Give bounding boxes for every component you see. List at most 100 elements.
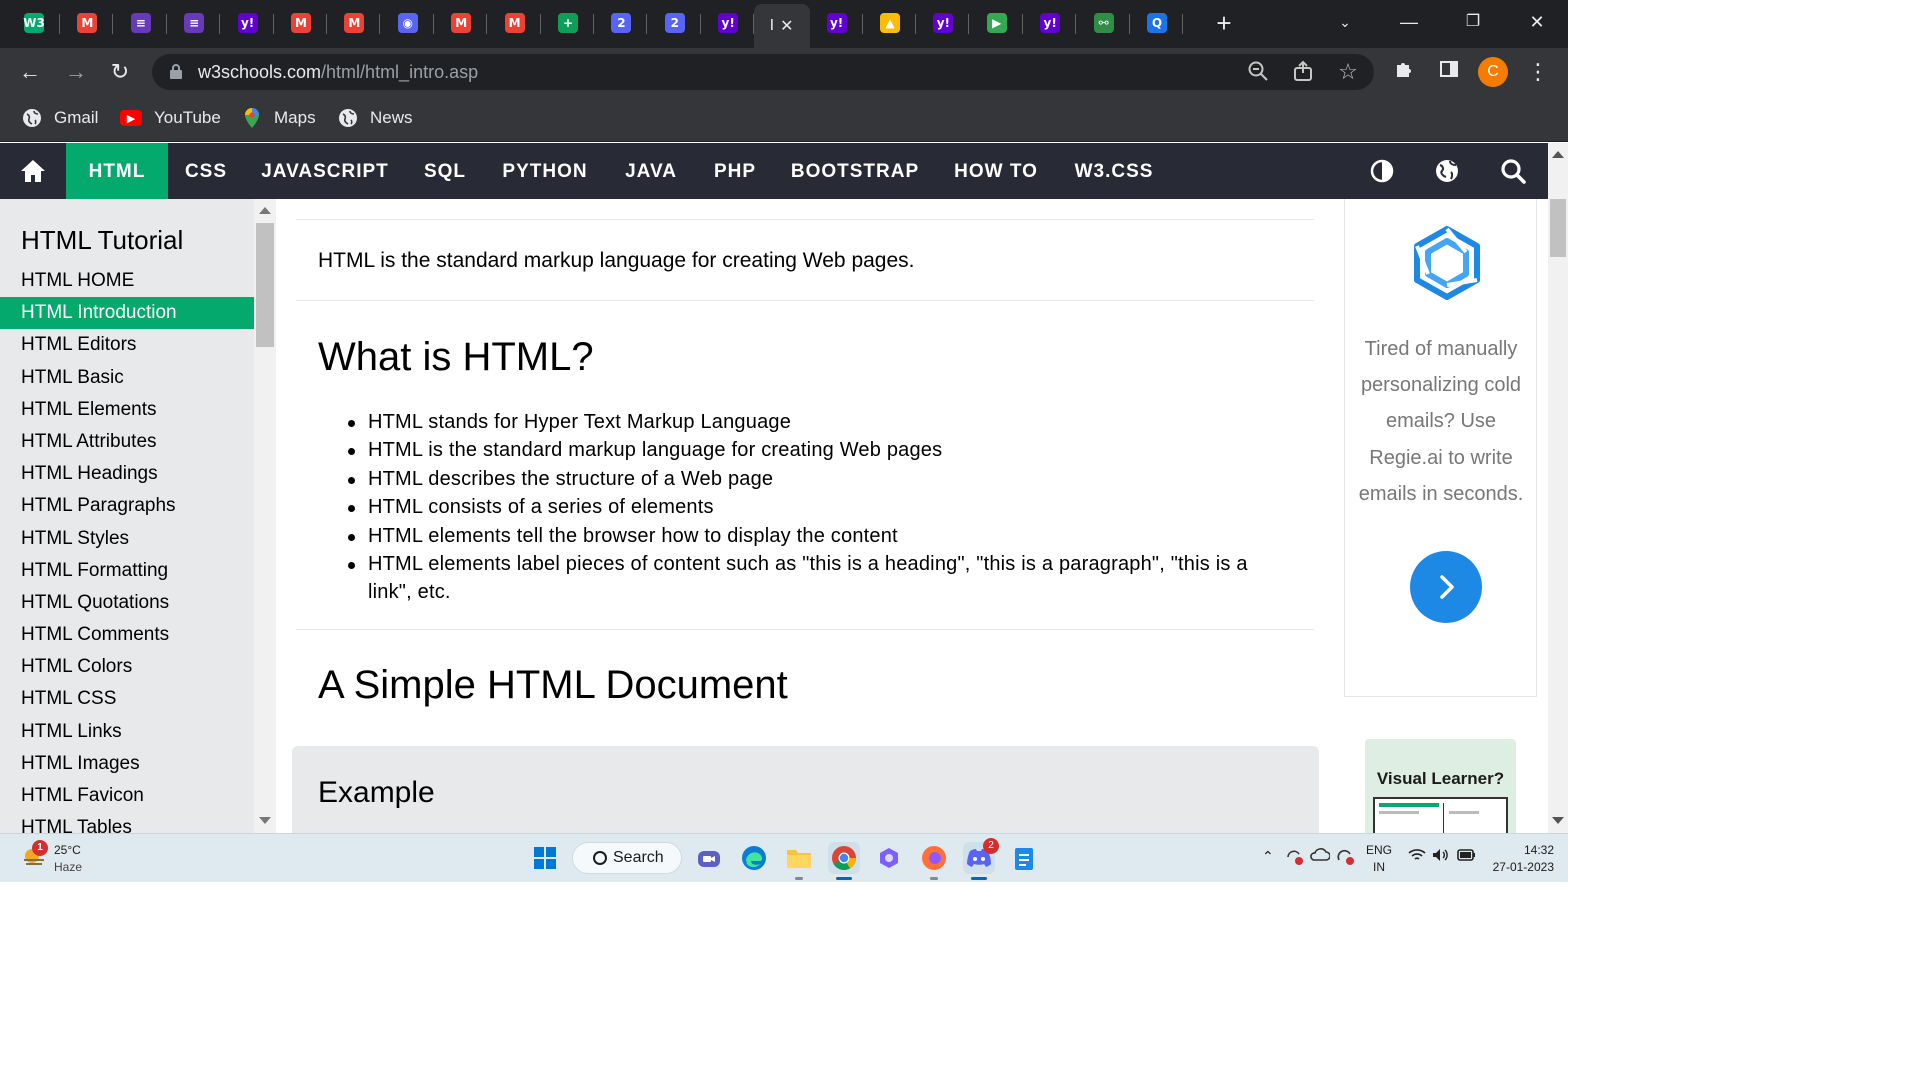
address-bar[interactable]: w3schools.com/html/html_intro.asp ☆ [152,54,1374,90]
home-button[interactable] [0,143,66,199]
bookmark-star-icon[interactable]: ☆ [1336,60,1360,84]
browser-tab[interactable]: M [489,6,541,40]
sidebar-item-html-styles[interactable]: HTML Styles [0,523,254,555]
page-scrollbar[interactable] [1548,143,1568,833]
taskbar-app-firefox[interactable] [918,842,950,880]
lock-icon[interactable] [170,64,182,79]
bookmark-news[interactable]: News [338,106,413,130]
browser-tab[interactable]: y! [1024,6,1077,40]
weather-widget[interactable]: 1 25°C Haze [18,840,138,878]
browser-tab[interactable]: Q [1131,6,1183,40]
extensions-puzzle-icon[interactable] [1390,58,1418,86]
bookmark-gmail[interactable]: Gmail [22,106,98,130]
forward-button[interactable]: → [62,58,90,86]
browser-tab[interactable]: y! [702,6,755,40]
sidebar-item-html-paragraphs[interactable]: HTML Paragraphs [0,490,254,522]
new-tab-button[interactable]: + [1210,10,1238,38]
sidebar-item-html-home[interactable]: HTML HOME [0,265,254,297]
browser-tab[interactable]: 2 [649,6,701,40]
menu-kebab-icon[interactable]: ⋮ [1524,58,1552,86]
topnav-python[interactable]: PYTHON [484,143,606,199]
topnav-how-to[interactable]: HOW TO [936,143,1056,199]
topnav-html[interactable]: HTML [66,143,168,199]
browser-tab[interactable]: M [328,6,381,40]
topnav-css[interactable]: CSS [168,143,244,199]
sidebar-item-html-css[interactable]: HTML CSS [0,683,254,715]
tray-overflow-chevron-icon[interactable]: ⌃ [1262,848,1274,865]
topnav-sql[interactable]: SQL [406,143,484,199]
url-text[interactable]: w3schools.com/html/html_intro.asp [198,62,478,83]
zoom-icon[interactable] [1246,60,1270,84]
taskbar-app-explorer[interactable] [783,842,815,880]
language-indicator[interactable]: ENG IN [1366,842,1392,876]
sidebar-item-html-attributes[interactable]: HTML Attributes [0,426,254,458]
sidebar-item-html-basic[interactable]: HTML Basic [0,362,254,394]
scroll-up-arrow-icon[interactable] [259,207,271,214]
taskbar-app-discord[interactable]: 2 [963,838,999,880]
search-icon[interactable] [1499,157,1527,185]
browser-tab[interactable]: 2 [595,6,648,40]
browser-tab[interactable]: M [275,6,327,40]
taskbar-app-notepad[interactable] [1008,842,1040,874]
browser-tab[interactable]: M [61,6,114,40]
tray-onedrive-icon[interactable] [1310,848,1331,865]
browser-tab[interactable]: ≡ [115,6,167,40]
visual-learner-ad[interactable]: Visual Learner? [1365,739,1516,833]
browser-tab[interactable]: y! [222,6,274,40]
dark-mode-toggle-icon[interactable] [1368,157,1396,185]
taskbar-app-edge[interactable] [738,842,770,874]
browser-tab[interactable]: + [542,6,594,40]
volume-icon[interactable] [1432,848,1450,865]
back-button[interactable]: ← [16,58,44,86]
sidebar-item-html-links[interactable]: HTML Links [0,716,254,748]
browser-tab[interactable]: M [435,6,488,40]
restore-button[interactable]: ❐ [1458,10,1488,34]
tray-update-icon[interactable] [1336,848,1356,869]
tab-search-chevron-icon[interactable]: ⌄ [1330,10,1360,34]
sidebar-item-html-formatting[interactable]: HTML Formatting [0,555,254,587]
browser-tab[interactable]: ▶ [971,6,1023,40]
topnav-bootstrap[interactable]: BOOTSTRAP [774,143,936,199]
bookmark-maps[interactable]: Maps [242,106,316,130]
taskbar-app-chrome[interactable] [828,842,860,880]
taskbar-app-meet[interactable] [693,842,725,874]
start-button[interactable] [529,842,561,874]
share-icon[interactable] [1291,60,1315,84]
topnav-w3-css[interactable]: W3.CSS [1056,143,1172,199]
browser-tab[interactable]: ◉ [382,6,434,40]
scroll-down-arrow-icon[interactable] [1552,817,1564,824]
system-clock[interactable]: 14:32 27-01-2023 [1484,842,1554,876]
reload-button[interactable]: ↻ [106,58,134,86]
scroll-down-arrow-icon[interactable] [259,817,271,824]
topnav-javascript[interactable]: JAVASCRIPT [244,143,406,199]
sidebar-item-html-headings[interactable]: HTML Headings [0,458,254,490]
topnav-java[interactable]: JAVA [606,143,696,199]
profile-avatar[interactable]: C [1478,57,1508,87]
ad-card[interactable]: Tired of manually personalizing cold ema… [1344,199,1537,697]
browser-tab[interactable]: y! [811,6,863,40]
close-tab-icon[interactable]: ✕ [780,16,793,36]
scroll-up-arrow-icon[interactable] [1552,151,1564,158]
battery-icon[interactable] [1457,848,1477,865]
globe-translate-icon[interactable] [1433,157,1461,185]
browser-tab[interactable]: y! [917,6,970,40]
sidebar-item-html-images[interactable]: HTML Images [0,748,254,780]
sidebar-item-html-elements[interactable]: HTML Elements [0,394,254,426]
browser-tab[interactable]: ≡ [168,6,221,40]
sidebar-scrollbar[interactable] [254,199,276,833]
sidebar-item-html-introduction[interactable]: HTML Introduction [0,297,254,330]
sidebar-item-html-colors[interactable]: HTML Colors [0,651,254,683]
active-browser-tab[interactable]: I ✕ [753,4,810,48]
browser-tab[interactable]: ▲ [864,6,916,40]
sidebar-item-html-favicon[interactable]: HTML Favicon [0,780,254,812]
minimize-button[interactable]: — [1394,10,1424,34]
taskbar-app-copilot[interactable] [873,842,905,874]
browser-tab[interactable]: W3 [8,6,60,40]
close-window-button[interactable]: ✕ [1522,10,1552,34]
sidebar-item-html-comments[interactable]: HTML Comments [0,619,254,651]
side-panel-icon[interactable] [1435,58,1463,86]
ad-next-button[interactable] [1410,551,1482,623]
sidebar-scroll-thumb[interactable] [256,223,274,347]
tray-sync-icon[interactable] [1285,848,1305,869]
topnav-php[interactable]: PHP [696,143,774,199]
